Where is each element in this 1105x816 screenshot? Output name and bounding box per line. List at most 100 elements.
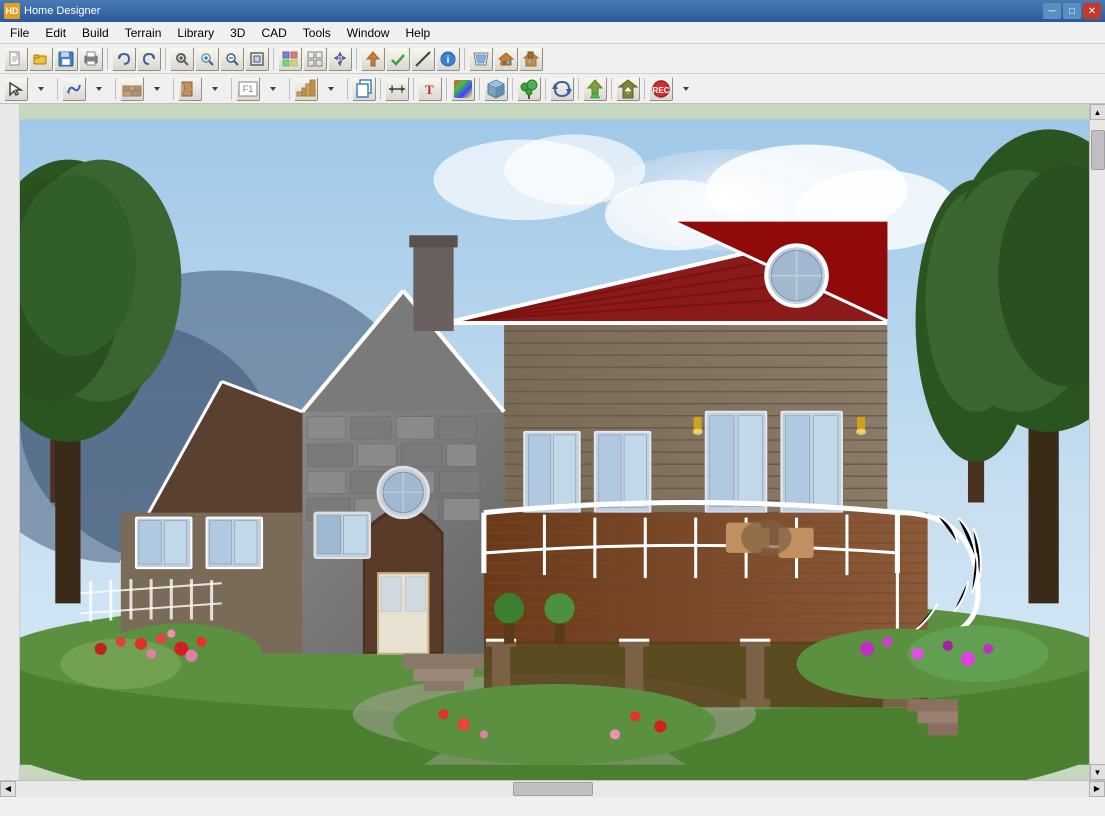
text-tool-btn[interactable]: T <box>418 77 442 101</box>
sep-t2-4 <box>231 78 232 100</box>
door-dropdown[interactable] <box>203 77 227 101</box>
floor-dropdown[interactable] <box>261 77 285 101</box>
left-ruler <box>0 104 20 780</box>
dropdown-arrow[interactable] <box>29 77 53 101</box>
scroll-down-button[interactable]: ▼ <box>1090 764 1105 780</box>
sep4 <box>356 48 357 70</box>
hscroll-track[interactable] <box>16 781 1089 797</box>
menu-file[interactable]: File <box>2 23 37 43</box>
scroll-right-button[interactable]: ▶ <box>1089 781 1105 797</box>
scroll-track[interactable] <box>1090 120 1105 764</box>
redo-button[interactable] <box>137 47 161 71</box>
check-btn[interactable] <box>386 47 410 71</box>
record-dropdown[interactable] <box>674 77 698 101</box>
arrow-select-btn[interactable] <box>4 77 28 101</box>
new-button[interactable] <box>4 47 28 71</box>
select-tools-group <box>4 77 119 101</box>
grid-button[interactable] <box>303 47 327 71</box>
window-controls: ─ □ ✕ <box>1043 3 1101 19</box>
svg-text:REC: REC <box>653 86 670 95</box>
house2-btn[interactable] <box>519 47 543 71</box>
edit-tools-group <box>112 47 161 71</box>
svg-text:T: T <box>425 82 434 97</box>
svg-text:i: i <box>447 55 450 66</box>
sep-t2-8 <box>413 78 414 100</box>
sep-t2-13 <box>578 78 579 100</box>
material-btn[interactable] <box>484 77 508 101</box>
line-tool-btn[interactable] <box>411 47 435 71</box>
draw-tools-group: i <box>361 47 460 71</box>
sep-t2-14 <box>611 78 612 100</box>
record-btn[interactable]: REC <box>649 77 673 101</box>
wall-dropdown[interactable] <box>145 77 169 101</box>
save-button[interactable] <box>54 47 78 71</box>
sep-t2-3 <box>173 78 174 100</box>
menu-library[interactable]: Library <box>169 23 222 43</box>
title-bar: HD Home Designer ─ □ ✕ <box>0 0 1105 22</box>
toolbar-secondary: F1 <box>0 74 1105 104</box>
menu-tools[interactable]: Tools <box>295 23 339 43</box>
menu-window[interactable]: Window <box>339 23 398 43</box>
move-button[interactable] <box>328 47 352 71</box>
scroll-left-button[interactable]: ◀ <box>0 781 16 797</box>
sep-t2-5 <box>289 78 290 100</box>
status-bar <box>0 796 1105 816</box>
open-button[interactable] <box>29 47 53 71</box>
sep-t2-15 <box>644 78 645 100</box>
main-area: ▲ ▼ <box>0 104 1105 780</box>
plant-btn[interactable] <box>517 77 541 101</box>
curve-tool-btn[interactable] <box>62 77 86 101</box>
sep1 <box>107 48 108 70</box>
minimize-button[interactable]: ─ <box>1043 3 1061 19</box>
sep-t2-6 <box>347 78 348 100</box>
file-tools-group <box>4 47 103 71</box>
menu-3d[interactable]: 3D <box>222 23 253 43</box>
info-btn[interactable]: i <box>436 47 460 71</box>
sep-t2-2 <box>115 78 116 100</box>
zoom-in-button[interactable] <box>195 47 219 71</box>
view-tools-group <box>278 47 352 71</box>
zoom-button[interactable] <box>170 47 194 71</box>
canvas-area[interactable] <box>20 104 1089 780</box>
arrow-up-btn[interactable] <box>361 47 385 71</box>
sep-t2-9 <box>446 78 447 100</box>
scroll-thumb[interactable] <box>1091 130 1105 170</box>
sep-t2-12 <box>545 78 546 100</box>
menu-cad[interactable]: CAD <box>253 23 294 43</box>
select-view-button[interactable] <box>278 47 302 71</box>
menu-help[interactable]: Help <box>397 23 438 43</box>
copy-btn[interactable] <box>352 77 376 101</box>
modify-tools-group: T <box>352 77 698 101</box>
svg-text:F1: F1 <box>243 84 254 94</box>
curve-dropdown[interactable] <box>87 77 111 101</box>
wall-tool-btn[interactable] <box>120 77 144 101</box>
hscroll-thumb[interactable] <box>513 782 593 796</box>
paint-btn[interactable] <box>451 77 475 101</box>
build-tools-group: F1 <box>120 77 351 101</box>
door-tool-btn[interactable] <box>178 77 202 101</box>
transform-btn[interactable] <box>616 77 640 101</box>
render-btn[interactable] <box>469 47 493 71</box>
floor-tool-btn[interactable]: F1 <box>236 77 260 101</box>
arrow-up-btn2[interactable] <box>583 77 607 101</box>
undo-button[interactable] <box>112 47 136 71</box>
print-button[interactable] <box>79 47 103 71</box>
rotate-btn[interactable] <box>550 77 574 101</box>
zoom-out-button[interactable] <box>220 47 244 71</box>
menu-build[interactable]: Build <box>74 23 117 43</box>
house-btn[interactable] <box>494 47 518 71</box>
fit-window-button[interactable] <box>245 47 269 71</box>
sep-t2-10 <box>479 78 480 100</box>
maximize-button[interactable]: □ <box>1063 3 1081 19</box>
dim-tool-btn[interactable] <box>385 77 409 101</box>
stairs-dropdown[interactable] <box>319 77 343 101</box>
sep5 <box>464 48 465 70</box>
scroll-up-button[interactable]: ▲ <box>1090 104 1105 120</box>
bottom-scrollbar: ◀ ▶ <box>0 780 1105 796</box>
toolbar-main: i <box>0 44 1105 74</box>
sep2 <box>165 48 166 70</box>
close-button[interactable]: ✕ <box>1083 3 1101 19</box>
menu-terrain[interactable]: Terrain <box>117 23 170 43</box>
menu-edit[interactable]: Edit <box>37 23 74 43</box>
stairs-tool-btn[interactable] <box>294 77 318 101</box>
